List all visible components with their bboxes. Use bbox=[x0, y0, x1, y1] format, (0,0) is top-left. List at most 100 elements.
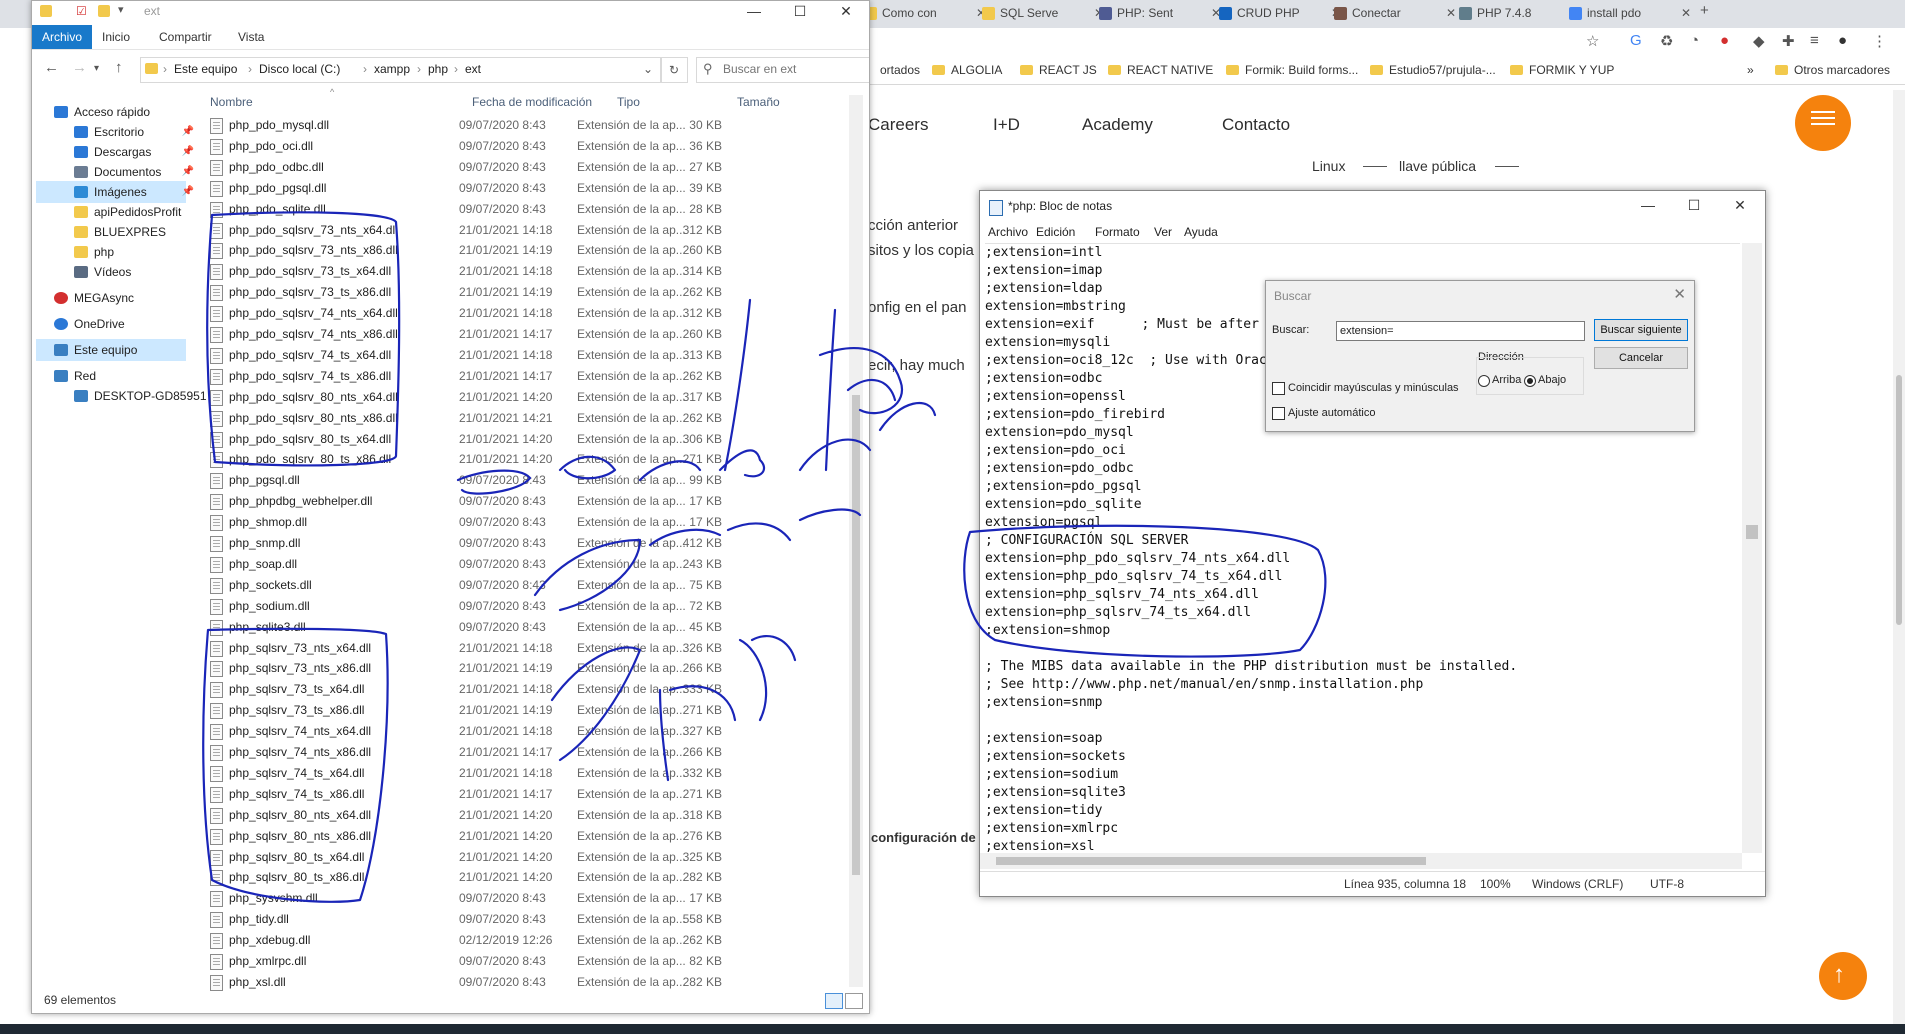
bookmark-item[interactable]: FORMIK Y YUP bbox=[1510, 63, 1614, 77]
scrollbar-thumb[interactable] bbox=[1746, 525, 1758, 539]
file-row[interactable]: php_sockets.dll 09/07/2020 8:43 Extensión … bbox=[202, 575, 842, 596]
sidebar-item[interactable]: Imágenes 📌 bbox=[36, 181, 194, 203]
queue-icon[interactable]: ≡ bbox=[1810, 32, 1819, 49]
file-row[interactable]: php_xdebug.dll 02/12/2019 12:26 Extensión … bbox=[202, 930, 842, 951]
file-row[interactable]: php_sqlsrv_80_nts_x86.dll 21/01/2021 14:2… bbox=[202, 826, 842, 847]
bookmark-item[interactable]: ortados bbox=[880, 63, 920, 77]
avatar[interactable]: ● bbox=[1838, 32, 1847, 49]
qat-dropdown-icon[interactable]: ▾ bbox=[118, 3, 124, 16]
find-next-button[interactable]: Buscar siguiente bbox=[1594, 319, 1688, 341]
up-icon[interactable]: ↑ bbox=[115, 59, 123, 76]
browser-tab[interactable]: install pdo ✕ bbox=[1565, 0, 1697, 28]
star-icon[interactable]: ☆ bbox=[1586, 32, 1599, 50]
pin-icon[interactable]: 📌 bbox=[182, 161, 194, 183]
sidebar-item[interactable]: Acceso rápido bbox=[36, 101, 186, 123]
browser-tab[interactable]: PHP: Sent ✕ bbox=[1095, 0, 1227, 28]
crumb-php[interactable]: php bbox=[428, 62, 448, 76]
nav-academy[interactable]: Academy bbox=[1082, 115, 1153, 135]
back-icon[interactable]: ← bbox=[44, 59, 59, 76]
column-date[interactable]: Fecha de modificación bbox=[472, 95, 592, 109]
file-row[interactable]: php_soap.dll 09/07/2020 8:43 Extensión de … bbox=[202, 554, 842, 575]
file-row[interactable]: php_sqlsrv_74_nts_x64.dll 21/01/2021 14:1… bbox=[202, 721, 842, 742]
properties-icon[interactable]: ☑ bbox=[76, 4, 87, 18]
tab-compartir[interactable]: Compartir bbox=[149, 25, 222, 49]
close-icon[interactable]: ✕ bbox=[1673, 285, 1686, 303]
close-tab-icon[interactable]: ✕ bbox=[1681, 0, 1691, 26]
file-row[interactable]: php_sqlsrv_73_nts_x64.dll 21/01/2021 14:1… bbox=[202, 638, 842, 659]
file-row[interactable]: php_sqlsrv_73_ts_x86.dll 21/01/2021 14:19… bbox=[202, 700, 842, 721]
file-row[interactable]: php_sqlsrv_80_nts_x64.dll 21/01/2021 14:2… bbox=[202, 805, 842, 826]
file-row[interactable]: php_phpdbg_webhelper.dll 09/07/2020 8:43 E… bbox=[202, 491, 842, 512]
bookmark-item[interactable]: REACT NATIVE bbox=[1108, 63, 1213, 77]
scrollbar-thumb[interactable] bbox=[852, 395, 860, 875]
details-view-icon[interactable] bbox=[825, 993, 843, 1009]
editor-vertical-scrollbar[interactable] bbox=[1742, 243, 1762, 853]
sidebar-item[interactable]: apiPedidosProfit bbox=[36, 201, 186, 223]
file-row[interactable]: php_pdo_sqlsrv_73_nts_x64.dll 21/01/2021 … bbox=[202, 220, 842, 241]
sidebar-item[interactable]: Descargas 📌 bbox=[36, 141, 194, 163]
file-row[interactable]: php_sqlsrv_80_ts_x86.dll 21/01/2021 14:20… bbox=[202, 867, 842, 888]
search-box[interactable]: ⚲ bbox=[696, 57, 869, 83]
scrollbar-thumb[interactable] bbox=[996, 857, 1426, 865]
pin-icon[interactable]: 📌 bbox=[182, 121, 194, 143]
scroll-top-button[interactable]: ↑ bbox=[1819, 952, 1867, 1000]
file-row[interactable]: php_sqlsrv_73_ts_x64.dll 21/01/2021 14:18… bbox=[202, 679, 842, 700]
file-row[interactable]: php_pdo_sqlsrv_80_ts_x64.dll 21/01/2021 1… bbox=[202, 429, 842, 450]
file-row[interactable]: php_sqlsrv_74_nts_x86.dll 21/01/2021 14:1… bbox=[202, 742, 842, 763]
file-row[interactable]: php_xmlrpc.dll 09/07/2020 8:43 Extensión d… bbox=[202, 951, 842, 972]
file-row[interactable]: php_pgsql.dll 09/07/2020 8:43 Extensión de… bbox=[202, 470, 842, 491]
file-row[interactable]: php_pdo_sqlite.dll 09/07/2020 8:43 Extensi… bbox=[202, 199, 842, 220]
sidebar-item[interactable]: BLUEXPRES bbox=[36, 221, 186, 243]
bookmark-item[interactable]: Estudio57/prujula-... bbox=[1370, 63, 1496, 77]
file-row[interactable]: php_pdo_sqlsrv_80_ts_x86.dll 21/01/2021 1… bbox=[202, 449, 842, 470]
browser-tab[interactable]: Conectar ✕ bbox=[1330, 0, 1462, 28]
column-size[interactable]: Tamaño bbox=[737, 95, 780, 109]
file-row[interactable]: php_pdo_sqlsrv_80_nts_x64.dll 21/01/2021 … bbox=[202, 387, 842, 408]
bookmark-item[interactable]: REACT JS bbox=[1020, 63, 1097, 77]
mega-icon[interactable]: ● bbox=[1720, 32, 1729, 49]
shield-icon[interactable]: ◆ bbox=[1753, 32, 1765, 50]
pin-icon[interactable]: 📌 bbox=[182, 181, 194, 203]
tab-archivo[interactable]: Archivo bbox=[32, 25, 93, 49]
bookmark-item[interactable]: Formik: Build forms... bbox=[1226, 63, 1358, 77]
nav-id[interactable]: I+D bbox=[993, 115, 1020, 135]
menu-formato[interactable]: Formato bbox=[1095, 225, 1140, 239]
file-row[interactable]: php_tidy.dll 09/07/2020 8:43 Extensión de … bbox=[202, 909, 842, 930]
column-type[interactable]: Tipo bbox=[617, 95, 640, 109]
recycle-icon[interactable]: ♻ bbox=[1660, 32, 1673, 50]
file-row[interactable]: php_pdo_mysql.dll 09/07/2020 8:43 Extensió… bbox=[202, 115, 842, 136]
file-list-scrollbar[interactable] bbox=[849, 95, 863, 987]
wrap-checkbox[interactable] bbox=[1272, 407, 1285, 420]
sidebar-item[interactable]: Este equipo bbox=[36, 339, 186, 361]
pin-icon[interactable]: 📌 bbox=[182, 141, 194, 163]
translate-icon[interactable]: G bbox=[1630, 32, 1642, 49]
file-row[interactable]: php_pdo_sqlsrv_74_nts_x86.dll 21/01/2021 … bbox=[202, 324, 842, 345]
new-folder-icon[interactable] bbox=[98, 5, 110, 17]
file-row[interactable]: php_pdo_sqlsrv_74_nts_x64.dll 21/01/2021 … bbox=[202, 303, 842, 324]
gauge-icon[interactable]: ◔ bbox=[1690, 32, 1699, 49]
file-row[interactable]: php_xsl.dll 09/07/2020 8:43 Extensión de l… bbox=[202, 972, 842, 993]
cancel-button[interactable]: Cancelar bbox=[1594, 347, 1688, 369]
scrollbar-thumb[interactable] bbox=[1896, 375, 1902, 625]
chevron-down-icon[interactable]: ⌄ bbox=[643, 62, 653, 76]
match-case-checkbox[interactable] bbox=[1272, 382, 1285, 395]
file-row[interactable]: php_pdo_sqlsrv_74_ts_x64.dll 21/01/2021 1… bbox=[202, 345, 842, 366]
bookmark-item[interactable]: ALGOLIA bbox=[932, 63, 1002, 77]
file-row[interactable]: php_shmop.dll 09/07/2020 8:43 Extensión de… bbox=[202, 512, 842, 533]
radio-down[interactable] bbox=[1524, 375, 1536, 387]
file-row[interactable]: php_pdo_odbc.dll 09/07/2020 8:43 Extensión… bbox=[202, 157, 842, 178]
crumb-xampp[interactable]: xampp bbox=[374, 62, 410, 76]
nav-careers[interactable]: Careers bbox=[868, 115, 928, 135]
address-bar[interactable]: › Este equipo › Disco local (C:) › xampp… bbox=[140, 57, 662, 83]
recent-dropdown-icon[interactable]: ▾ bbox=[94, 63, 99, 74]
radio-up[interactable] bbox=[1478, 375, 1490, 387]
file-row[interactable]: php_sysvshm.dll 09/07/2020 8:43 Extensión … bbox=[202, 888, 842, 909]
find-input[interactable]: extension= bbox=[1336, 321, 1585, 341]
sidebar-item[interactable]: Vídeos bbox=[36, 261, 186, 283]
file-row[interactable]: php_sqlite3.dll 09/07/2020 8:43 Extensión … bbox=[202, 617, 842, 638]
maximize-icon[interactable]: ☐ bbox=[1671, 195, 1717, 217]
file-row[interactable]: php_pdo_oci.dll 09/07/2020 8:43 Extensión … bbox=[202, 136, 842, 157]
sidebar-item[interactable]: Escritorio 📌 bbox=[36, 121, 194, 143]
file-row[interactable]: php_pdo_sqlsrv_73_ts_x64.dll 21/01/2021 1… bbox=[202, 261, 842, 282]
file-row[interactable]: php_pdo_sqlsrv_73_nts_x86.dll 21/01/2021 … bbox=[202, 240, 842, 261]
